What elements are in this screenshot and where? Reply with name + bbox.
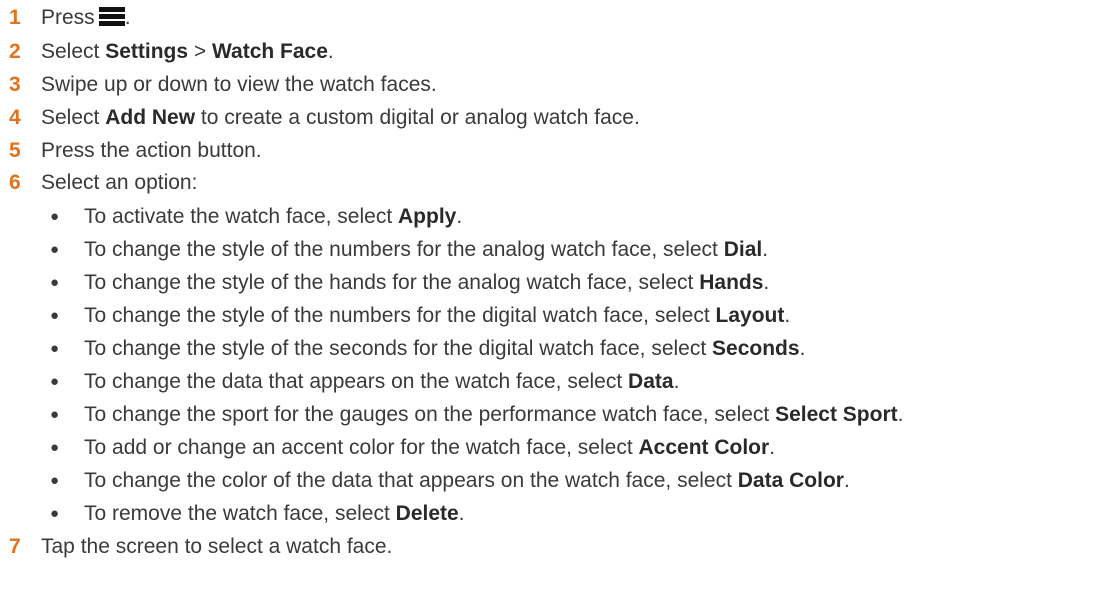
option-text: To change the style of the seconds for t… xyxy=(84,337,713,360)
step-text: Select xyxy=(41,106,106,129)
menu-icon xyxy=(98,7,125,26)
option-text: To change the color of the data that app… xyxy=(84,469,738,492)
step-number: 3 xyxy=(9,73,21,96)
option-text-end: . xyxy=(843,469,850,492)
bullet-icon: ● xyxy=(50,208,60,225)
step-text: Press xyxy=(41,6,95,29)
bullet-icon: ● xyxy=(50,406,60,423)
settings-label: Settings xyxy=(105,40,189,63)
bullet-icon: ● xyxy=(50,274,60,291)
option-text-end: . xyxy=(762,238,769,261)
step-text-end: . xyxy=(124,6,131,29)
option-label: Data xyxy=(628,370,674,393)
step-number: 5 xyxy=(9,139,21,162)
step-number: 1 xyxy=(9,6,21,29)
step-number: 7 xyxy=(9,535,21,558)
option-text-end: . xyxy=(769,436,776,459)
watch-face-label: Watch Face xyxy=(211,40,328,63)
option-label: Delete xyxy=(395,502,459,525)
bullet-icon: ● xyxy=(50,340,60,357)
bullet-icon: ● xyxy=(50,439,60,456)
option-text-end: . xyxy=(799,337,806,360)
option-text: To remove the watch face, select xyxy=(84,502,396,525)
step-text: Press the action button. xyxy=(41,139,262,162)
step-text: Select xyxy=(41,40,106,63)
option-text: To add or change an accent color for the… xyxy=(84,436,639,459)
option-text: To change the style of the hands for the… xyxy=(84,271,700,294)
option-text: To change the data that appears on the w… xyxy=(84,370,629,393)
option-text: To change the sport for the gauges on th… xyxy=(84,403,776,426)
bullet-icon: ● xyxy=(50,241,60,258)
bullet-icon: ● xyxy=(50,505,60,522)
option-text: To change the style of the numbers for t… xyxy=(84,238,724,261)
option-label: Accent Color xyxy=(638,436,770,459)
option-text-end: . xyxy=(763,271,770,294)
step-text-end: . xyxy=(327,40,334,63)
option-text-end: . xyxy=(673,370,680,393)
separator: > xyxy=(188,40,212,63)
option-label: Data Color xyxy=(737,469,844,492)
step-number: 6 xyxy=(9,171,21,194)
add-new-label: Add New xyxy=(105,106,196,129)
option-label: Hands xyxy=(699,271,764,294)
bullet-icon: ● xyxy=(50,373,60,390)
option-text-end: . xyxy=(456,205,463,228)
option-text: To change the style of the numbers for t… xyxy=(84,304,716,327)
option-label: Layout xyxy=(715,304,785,327)
bullet-icon: ● xyxy=(50,307,60,324)
step-number: 2 xyxy=(9,40,21,63)
step-text: Select an option: xyxy=(41,171,198,194)
option-label: Apply xyxy=(398,205,457,228)
step-number: 4 xyxy=(9,106,21,129)
option-text-end: . xyxy=(897,403,904,426)
option-text-end: . xyxy=(458,502,465,525)
instruction-list: 1 Press. 2 Select Settings > Watch Face.… xyxy=(0,0,1120,595)
option-text-end: . xyxy=(784,304,791,327)
option-label: Select Sport xyxy=(775,403,898,426)
step-text: Tap the screen to select a watch face. xyxy=(41,535,393,558)
step-text-end: to create a custom digital or analog wat… xyxy=(195,106,640,129)
option-text: To activate the watch face, select xyxy=(84,205,398,228)
option-label: Dial xyxy=(723,238,763,261)
option-label: Seconds xyxy=(712,337,800,360)
bullet-icon: ● xyxy=(50,472,60,489)
step-text: Swipe up or down to view the watch faces… xyxy=(41,73,437,96)
